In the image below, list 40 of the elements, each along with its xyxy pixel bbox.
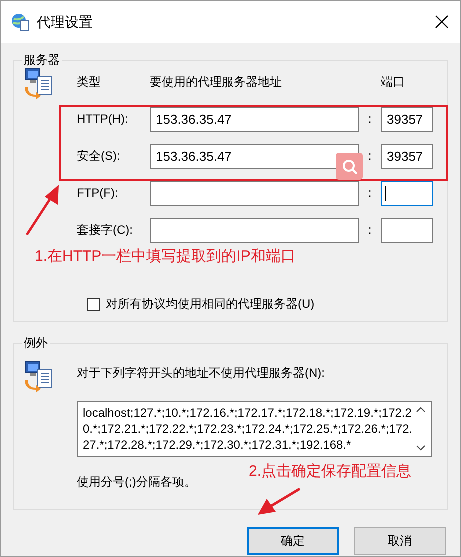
- checkbox[interactable]: [87, 298, 100, 311]
- address-field[interactable]: 153.36.35.47: [150, 107, 359, 132]
- arrow: [26, 185, 59, 236]
- scroll-up-icon[interactable]: [415, 405, 427, 415]
- address-field[interactable]: [150, 218, 359, 243]
- address-field[interactable]: 153.36.35.47: [150, 144, 359, 169]
- network-icon: [24, 360, 54, 394]
- field-label: 套接字(C):: [77, 223, 134, 238]
- separator: :: [367, 112, 373, 127]
- close-icon[interactable]: [434, 14, 450, 30]
- column-header: 端口: [381, 74, 406, 90]
- column-header: 要使用的代理服务器地址: [150, 74, 283, 90]
- exceptions-prompt: 对于下列字符开头的地址不使用代理服务器(N):: [77, 366, 326, 381]
- group-title: 服务器: [24, 53, 60, 67]
- port-field[interactable]: [381, 218, 433, 243]
- column-header: 类型: [77, 74, 102, 90]
- field-label: 安全(S):: [77, 149, 122, 164]
- globe-icon: [11, 12, 31, 32]
- ok-button[interactable]: 确定: [247, 527, 339, 555]
- hint-text: 使用分号(;)分隔各项。: [77, 475, 196, 490]
- port-field[interactable]: 39357: [381, 107, 433, 132]
- separator: :: [367, 186, 373, 201]
- separator: :: [367, 223, 373, 238]
- network-icon: [24, 67, 54, 101]
- separator: :: [367, 149, 373, 164]
- arrow: [258, 488, 301, 515]
- cancel-button[interactable]: 取消: [354, 527, 446, 555]
- group-title: 例外: [24, 336, 48, 350]
- field-label: FTP(F):: [77, 186, 120, 201]
- window-title: 代理设置: [37, 14, 94, 30]
- address-field[interactable]: [150, 181, 359, 206]
- port-field[interactable]: 39357: [381, 144, 433, 169]
- search-icon: [342, 158, 358, 174]
- annotation-text: 1.在HTTP一栏中填写提取到的IP和端口: [35, 248, 296, 266]
- port-field[interactable]: [381, 181, 433, 206]
- field-label: HTTP(H):: [77, 112, 130, 127]
- scroll-down-icon[interactable]: [415, 443, 427, 453]
- annotation-text: 2.点击确定保存配置信息: [249, 463, 412, 481]
- checkbox-label: 对所有协议均使用相同的代理服务器(U): [106, 297, 315, 312]
- exceptions-field[interactable]: localhost;127.*;10.*;172.16.*;172.17.*;172.18.*;172.19.*;172.20.*;172.21.*;172.22.*;172.23.*;172.24.*;172.25.*;172.26.*;172.27.*;172.28.*;172.29.*;172.30.*;172.31.*;192.168.*: [77, 401, 432, 457]
